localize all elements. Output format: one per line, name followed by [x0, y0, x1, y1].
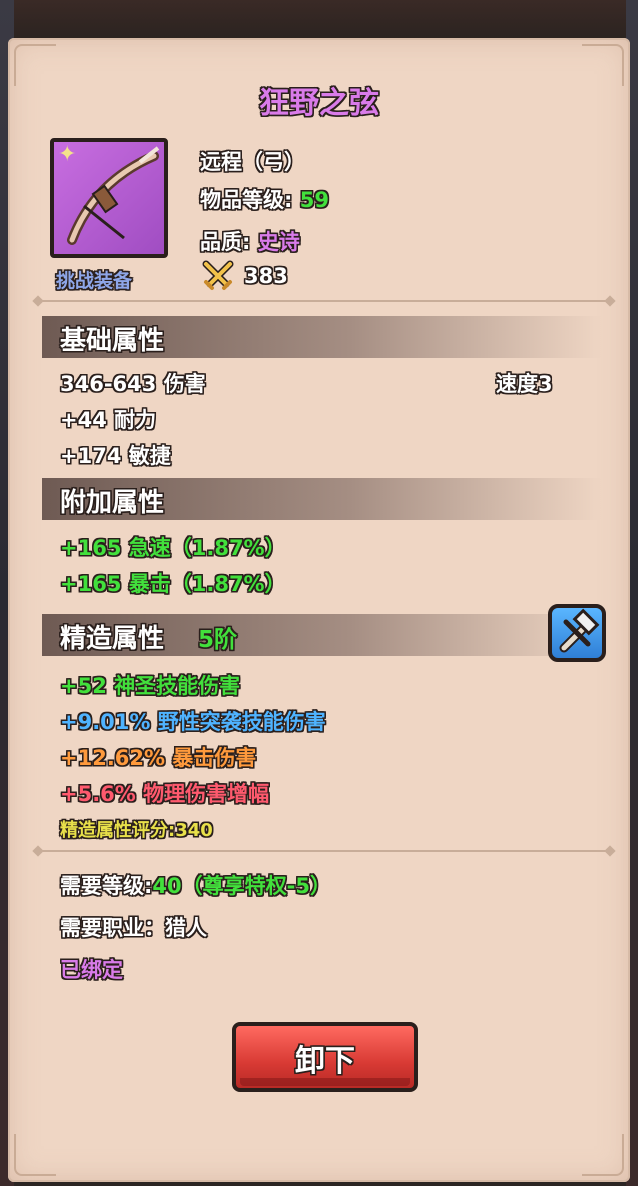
damage-range: 346-643 伤害 [60, 372, 206, 396]
unequip-button[interactable]: 卸下 [232, 1022, 418, 1092]
required-level-value: 40（尊享特权-5） [152, 874, 331, 898]
stat-stamina: +44 耐力 [60, 408, 157, 432]
power-score: 383 [244, 264, 288, 288]
refine-attributes-title: 精造属性 [60, 624, 165, 654]
refine-tier: 5阶 [198, 627, 238, 653]
divider [38, 300, 610, 302]
refine-attributes-header: 精造属性 5阶 [42, 614, 602, 656]
bonus-attributes-title: 附加属性 [60, 488, 165, 518]
item-name: 狂野之弦 [259, 86, 379, 121]
challenge-equipment-tag: 挑战装备 [56, 270, 133, 292]
refine-stat-wild: +9.01% 野性突袭技能伤害 [60, 710, 326, 734]
refine-stat-physical: +5.6% 物理伤害增幅 [60, 782, 270, 806]
refine-stat-holy: +52 神圣技能伤害 [60, 674, 241, 698]
quality-value: 史诗 [257, 230, 300, 254]
item-level-label: 物品等级: [200, 188, 293, 212]
bow-icon: ✦ [50, 138, 168, 258]
background-top [0, 0, 638, 40]
item-type: 远程（弓） [200, 150, 305, 174]
unequip-label: 卸下 [295, 1044, 355, 1079]
stat-crit: +165 暴击（1.87%） [60, 572, 286, 596]
hammer-icon [559, 608, 600, 653]
stat-agility: +174 敏捷 [60, 444, 171, 468]
item-level: 物品等级: 59 [200, 184, 329, 214]
crossed-swords-icon [202, 260, 234, 290]
required-level-label: 需要等级: [60, 874, 153, 898]
item-level-value: 59 [299, 188, 329, 212]
base-attributes-title: 基础属性 [60, 326, 165, 356]
required-level: 需要等级:40（尊享特权-5） [60, 870, 331, 900]
bonus-attributes-header: 附加属性 [42, 478, 602, 520]
refine-stat-critdmg: +12.62% 暴击伤害 [60, 746, 257, 770]
weapon-speed: 速度3 [496, 372, 553, 396]
required-class: 需要职业：猎人 [60, 916, 207, 940]
refine-score: 精造属性评分:340 [60, 820, 213, 841]
stat-haste: +165 急速（1.87%） [60, 536, 286, 560]
refine-hammer-button[interactable] [548, 604, 606, 662]
bound-status: 已绑定 [60, 958, 123, 982]
item-quality: 品质: 史诗 [200, 226, 300, 256]
item-tooltip-panel: 狂野之弦 ✦ 挑战装备 远程（弓） 物品等级: 59 品质: 史诗 383 基础… [8, 38, 630, 1182]
divider [38, 850, 610, 852]
quality-label: 品质: [200, 230, 251, 254]
corner-ornament [14, 1134, 56, 1176]
corner-ornament [582, 1134, 624, 1176]
base-attributes-header: 基础属性 [42, 316, 602, 358]
